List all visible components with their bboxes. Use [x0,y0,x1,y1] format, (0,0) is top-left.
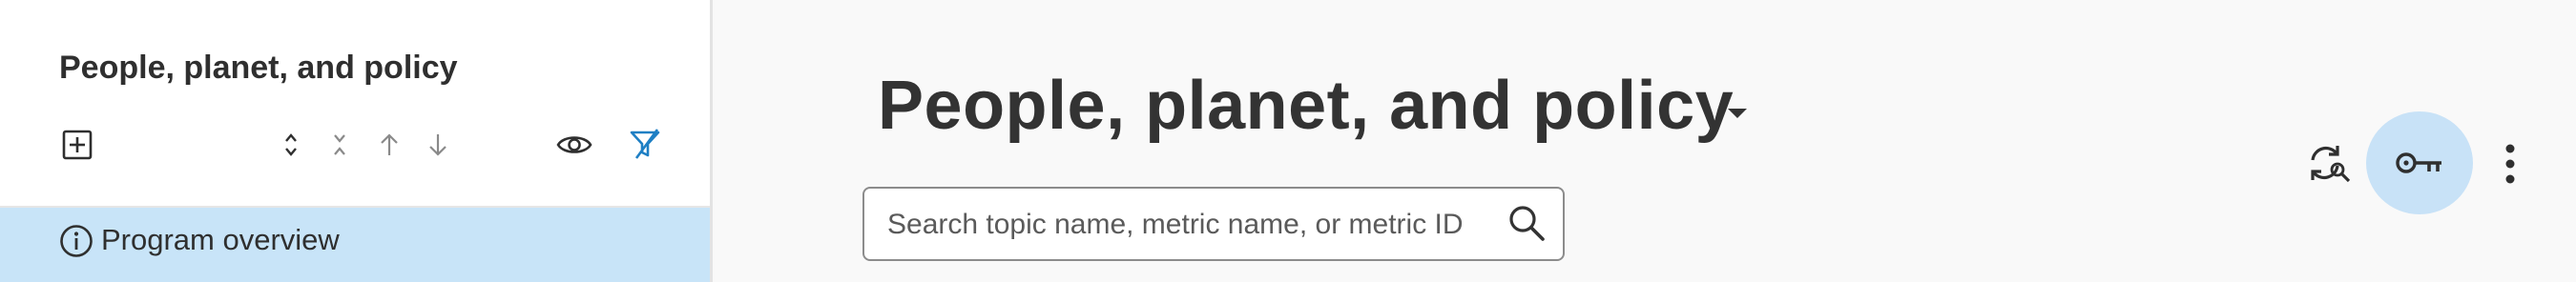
filter-off-icon [630,129,660,159]
chevrons-expand-icon [285,133,297,156]
search-box [862,187,1565,261]
search-icon [1509,206,1545,241]
move-up-button[interactable] [376,128,403,162]
sidebar-title: People, planet, and policy [59,50,458,86]
arrow-up-icon [381,133,398,155]
kebab-menu-icon [2505,144,2515,184]
search-button[interactable] [1506,202,1549,246]
chevrons-collapse-icon [334,134,345,155]
collapse-all-button[interactable] [328,128,351,162]
search-input[interactable] [885,202,1500,248]
sidebar-item-program-overview[interactable]: Program overview [0,208,710,282]
caret-down-icon [1728,109,1747,118]
more-options-button[interactable] [2494,143,2526,185]
key-button[interactable] [2366,111,2473,214]
plus-square-icon [62,130,93,160]
move-down-button[interactable] [425,128,451,162]
refresh-search-icon [2311,146,2351,183]
filter-toggle-button[interactable] [627,126,663,162]
sidebar-item-label: Program overview [101,223,340,256]
info-circle-icon [60,225,93,257]
key-icon [2396,152,2441,173]
visibility-toggle-button[interactable] [554,128,594,162]
add-button[interactable] [60,128,94,162]
expand-all-button[interactable] [280,128,302,162]
page-title: People, planet, and policy [878,68,1735,144]
sidebar: People, planet, and policy Program overv… [0,0,710,282]
title-dropdown-button[interactable] [1726,107,1749,125]
eye-icon [556,136,592,153]
arrow-down-icon [429,134,447,156]
refresh-button[interactable] [2305,143,2353,185]
